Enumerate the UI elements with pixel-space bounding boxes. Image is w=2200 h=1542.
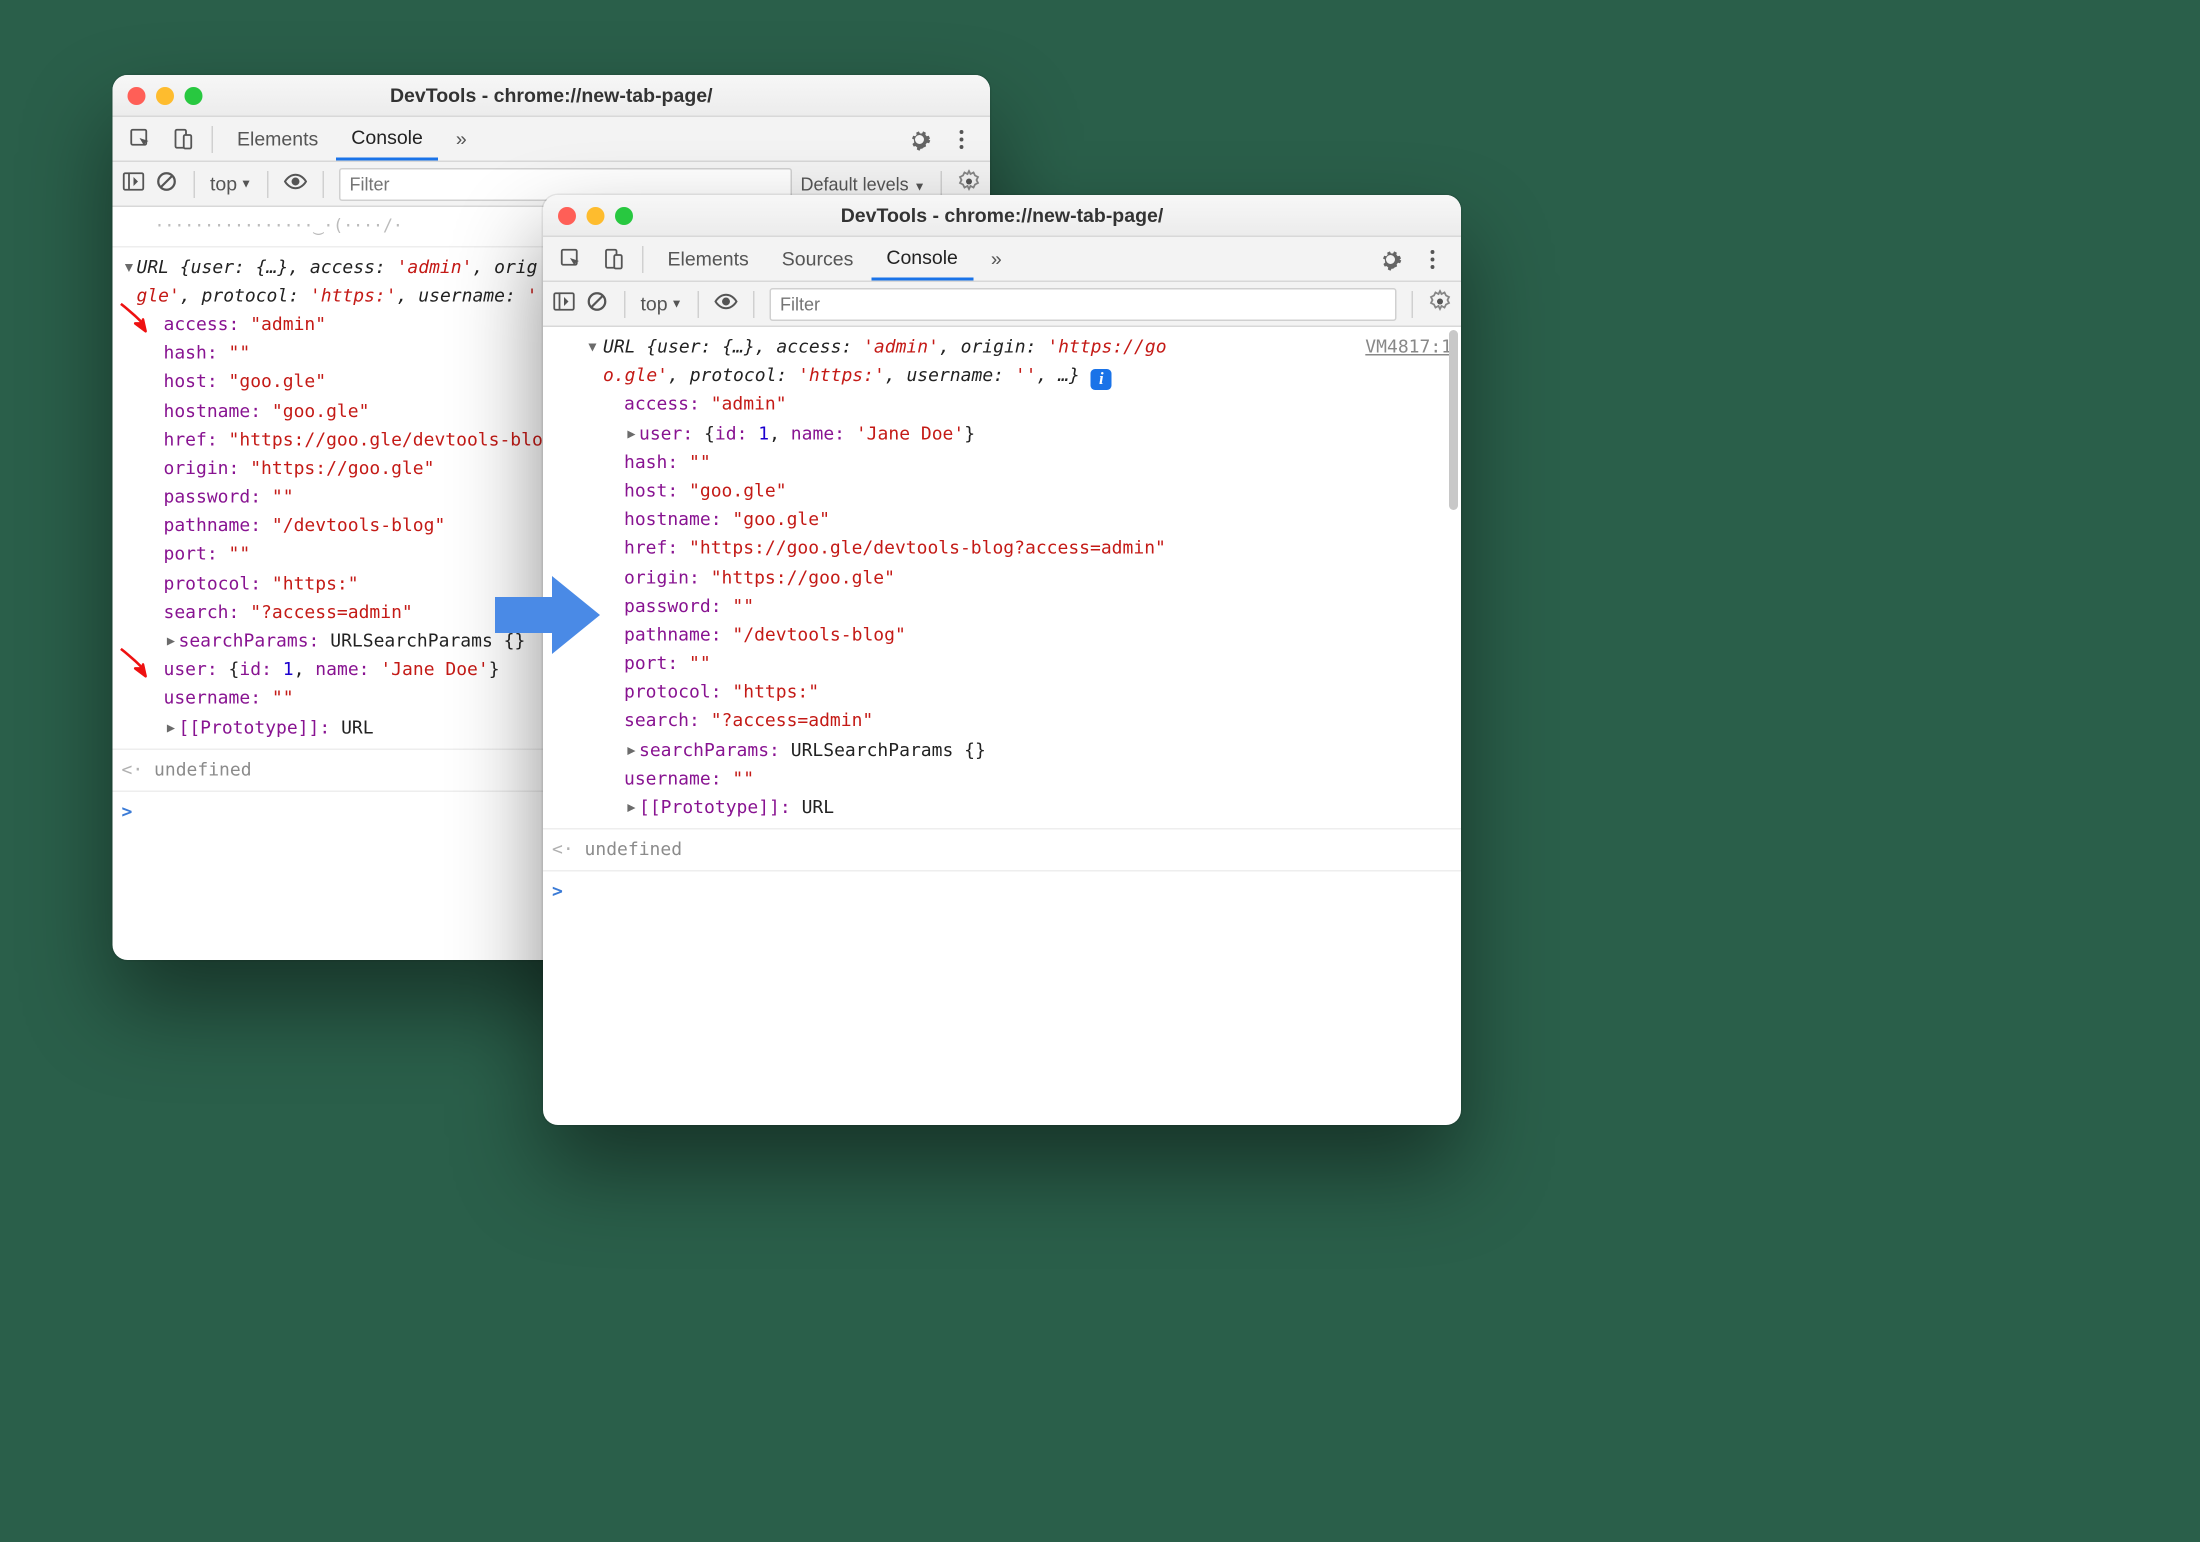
divider xyxy=(194,170,196,197)
tab-more[interactable]: » xyxy=(976,237,1017,281)
divider xyxy=(941,170,943,197)
inspect-icon[interactable] xyxy=(552,247,591,271)
zoom-icon[interactable] xyxy=(185,86,203,104)
context-label: top xyxy=(210,173,237,196)
filter-input[interactable] xyxy=(770,287,1397,320)
console-output[interactable]: VM4817:1 ▼ URL {user: {…}, access: 'admi… xyxy=(543,327,1461,1125)
inspect-icon[interactable] xyxy=(122,127,161,151)
divider xyxy=(212,125,214,152)
gear-icon[interactable] xyxy=(900,127,939,151)
source-link[interactable]: VM4817:1 xyxy=(1365,333,1452,362)
scrollbar[interactable] xyxy=(1449,330,1458,1122)
expand-icon[interactable]: ▶ xyxy=(164,718,179,740)
expand-icon[interactable]: ▼ xyxy=(585,333,603,391)
tabs: Elements Console » xyxy=(113,117,991,162)
context-selector[interactable]: top ▼ xyxy=(641,293,683,316)
kebab-icon[interactable] xyxy=(1413,247,1452,271)
divider xyxy=(624,290,626,317)
tab-sources[interactable]: Sources xyxy=(767,237,869,281)
clear-icon[interactable] xyxy=(155,170,179,199)
console-toolbar: top ▼ xyxy=(543,282,1461,327)
scroll-thumb[interactable] xyxy=(1449,330,1458,510)
gear-icon[interactable] xyxy=(1371,247,1410,271)
expand-icon[interactable]: ▶ xyxy=(624,740,639,762)
tab-console[interactable]: Console xyxy=(336,117,438,161)
kebab-icon[interactable] xyxy=(942,127,981,151)
sidebar-toggle-icon[interactable] xyxy=(122,170,146,199)
zoom-icon[interactable] xyxy=(615,206,633,224)
expand-icon[interactable]: ▶ xyxy=(164,632,179,654)
tab-elements[interactable]: Elements xyxy=(222,117,333,161)
levels-dropdown[interactable]: Default levels ▼ xyxy=(801,173,926,194)
context-label: top xyxy=(641,293,668,316)
eye-icon[interactable] xyxy=(714,290,738,319)
object-summary: URL {user: {…}, access: 'admin', origin:… xyxy=(603,333,1365,391)
window-title: DevTools - chrome://new-tab-page/ xyxy=(543,204,1461,227)
context-selector[interactable]: top ▼ xyxy=(210,173,252,196)
divider xyxy=(753,290,755,317)
expand-icon[interactable]: ▶ xyxy=(624,798,639,820)
tab-console[interactable]: Console xyxy=(871,237,973,281)
clear-icon[interactable] xyxy=(585,290,609,319)
levels-label: Default levels xyxy=(801,173,909,194)
expand-icon[interactable]: ▶ xyxy=(624,424,639,446)
close-icon[interactable] xyxy=(128,86,146,104)
titlebar[interactable]: DevTools - chrome://new-tab-page/ xyxy=(543,195,1461,237)
tab-elements[interactable]: Elements xyxy=(653,237,764,281)
expand-icon[interactable]: ▼ xyxy=(122,253,137,311)
return-row: <· undefined xyxy=(543,828,1461,870)
minimize-icon[interactable] xyxy=(587,206,605,224)
divider xyxy=(323,170,325,197)
object-props: access: "admin" ▶user: {id: 1, name: 'Ja… xyxy=(552,391,1452,823)
info-badge-icon[interactable]: i xyxy=(1091,369,1112,390)
tabs: Elements Sources Console » xyxy=(543,237,1461,282)
eye-icon[interactable] xyxy=(284,170,308,199)
sidebar-toggle-icon[interactable] xyxy=(552,290,576,319)
gear-icon[interactable] xyxy=(957,170,981,199)
log-entry[interactable]: VM4817:1 ▼ URL {user: {…}, access: 'admi… xyxy=(543,327,1461,828)
devtools-window-after: DevTools - chrome://new-tab-page/ Elemen… xyxy=(543,195,1461,1125)
close-icon[interactable] xyxy=(558,206,576,224)
minimize-icon[interactable] xyxy=(156,86,174,104)
window-controls xyxy=(128,86,203,104)
device-icon[interactable] xyxy=(594,247,633,271)
prompt-row[interactable]: > xyxy=(543,871,1461,913)
device-icon[interactable] xyxy=(164,127,203,151)
tab-more[interactable]: » xyxy=(441,117,482,161)
gear-icon[interactable] xyxy=(1428,290,1452,319)
titlebar[interactable]: DevTools - chrome://new-tab-page/ xyxy=(113,75,991,117)
divider xyxy=(642,245,644,272)
window-title: DevTools - chrome://new-tab-page/ xyxy=(113,84,991,107)
divider xyxy=(267,170,269,197)
divider xyxy=(698,290,700,317)
window-controls xyxy=(558,206,633,224)
divider xyxy=(1412,290,1414,317)
